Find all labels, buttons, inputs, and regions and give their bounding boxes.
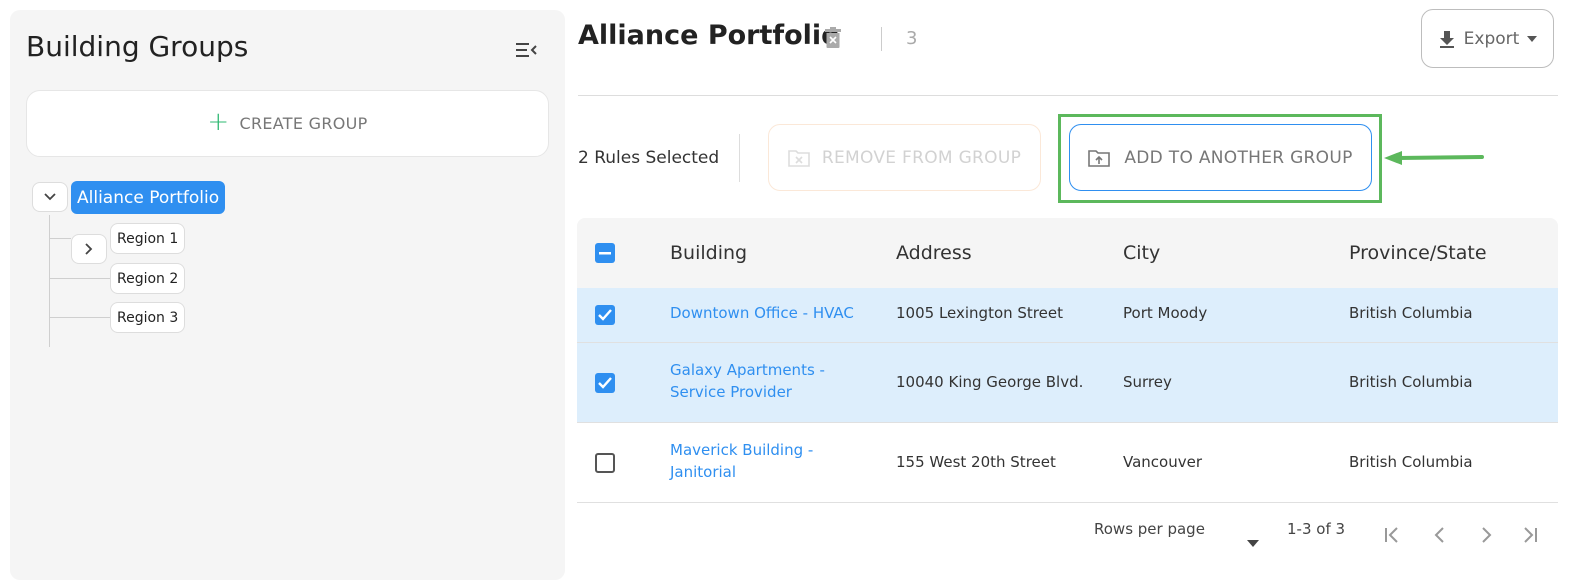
folder-upload-icon [1088, 149, 1111, 167]
action-divider [739, 134, 740, 182]
export-button[interactable]: Export [1421, 9, 1554, 68]
rows-per-page-dropdown[interactable] [1247, 532, 1259, 551]
first-page-icon[interactable] [1382, 525, 1402, 545]
building-name-line-1: Maverick Building - [670, 441, 814, 459]
tree-node-alliance-portfolio[interactable]: Alliance Portfolio [71, 181, 226, 214]
table-row[interactable]: Downtown Office - HVAC 1005 Lexington St… [577, 288, 1558, 343]
table-row[interactable]: Galaxy Apartments - Service Provider 100… [577, 343, 1558, 423]
building-name-line-2: Janitorial [670, 463, 737, 481]
remove-from-group-button[interactable]: REMOVE FROM GROUP [768, 124, 1041, 191]
create-group-label: CREATE GROUP [239, 114, 368, 133]
arrow-pointer-icon [1384, 151, 1484, 165]
tree-connector [49, 215, 50, 347]
tree-node-region-2[interactable]: Region 2 [110, 263, 186, 294]
tree-node-region-1[interactable]: Region 1 [110, 223, 186, 254]
table-header: Building Address City Province/State [577, 218, 1558, 288]
tree-region-1-expand-toggle[interactable] [71, 234, 107, 264]
province-cell: British Columbia [1349, 304, 1473, 322]
download-icon [1439, 30, 1454, 48]
tree-node-region-3[interactable]: Region 3 [110, 302, 186, 333]
address-cell: 155 West 20th Street [896, 453, 1056, 471]
building-link[interactable]: Galaxy Apartments - Service Provider [670, 359, 870, 403]
province-cell: British Columbia [1349, 453, 1473, 471]
chevron-right-icon [85, 243, 93, 255]
header-separator [578, 95, 1558, 96]
buildings-table: Building Address City Province/State Dow… [577, 218, 1558, 503]
select-all-checkbox[interactable] [595, 243, 615, 263]
building-count: 3 [906, 28, 918, 49]
column-header-city[interactable]: City [1123, 242, 1160, 264]
row-checkbox[interactable] [595, 373, 615, 393]
tree-connector [49, 238, 71, 239]
table-row[interactable]: Maverick Building - Janitorial 155 West … [577, 423, 1558, 503]
city-cell: Surrey [1123, 373, 1172, 391]
city-cell: Port Moody [1123, 304, 1208, 322]
add-to-another-group-button[interactable]: ADD TO ANOTHER GROUP [1069, 124, 1372, 191]
caret-down-icon [1527, 35, 1538, 42]
plus-icon: + [207, 107, 230, 137]
pagination-range: 1-3 of 3 [1287, 520, 1346, 538]
building-link[interactable]: Downtown Office - HVAC [670, 302, 870, 324]
row-checkbox[interactable] [595, 453, 615, 473]
row-checkbox[interactable] [595, 305, 615, 325]
rows-per-page-label: Rows per page [1094, 520, 1205, 538]
sidebar-title: Building Groups [26, 30, 249, 63]
building-link[interactable]: Maverick Building - Janitorial [670, 439, 870, 483]
chevron-down-icon [44, 193, 56, 201]
column-header-building[interactable]: Building [670, 242, 747, 264]
column-header-province[interactable]: Province/State [1349, 242, 1487, 264]
create-group-button[interactable]: + CREATE GROUP [26, 90, 549, 157]
previous-page-icon[interactable] [1430, 525, 1450, 545]
tree-root-collapse-toggle[interactable] [32, 182, 68, 212]
caret-down-icon [1247, 540, 1259, 547]
folder-remove-icon [788, 149, 810, 167]
city-cell: Vancouver [1123, 453, 1202, 471]
province-cell: British Columbia [1349, 373, 1473, 391]
building-name-line-2: Service Provider [670, 383, 792, 401]
address-cell: 1005 Lexington Street [896, 304, 1063, 322]
tree-connector [49, 317, 110, 318]
sidebar: Building Groups + CREATE GROUP Alliance … [10, 10, 565, 580]
tree-connector [49, 278, 110, 279]
trash-icon[interactable] [824, 27, 842, 49]
building-name-line-1: Galaxy Apartments - [670, 361, 825, 379]
header-divider [881, 27, 882, 51]
collapse-sidebar-icon[interactable] [514, 40, 538, 60]
add-to-another-group-label: ADD TO ANOTHER GROUP [1124, 147, 1353, 168]
page-title: Alliance Portfolio [578, 20, 840, 51]
address-cell: 10040 King George Blvd. [896, 373, 1084, 391]
selection-count-text: 2 Rules Selected [578, 148, 720, 168]
next-page-icon[interactable] [1476, 525, 1496, 545]
last-page-icon[interactable] [1520, 525, 1540, 545]
column-header-address[interactable]: Address [896, 242, 972, 264]
export-label: Export [1463, 28, 1520, 49]
remove-from-group-label: REMOVE FROM GROUP [821, 147, 1022, 168]
